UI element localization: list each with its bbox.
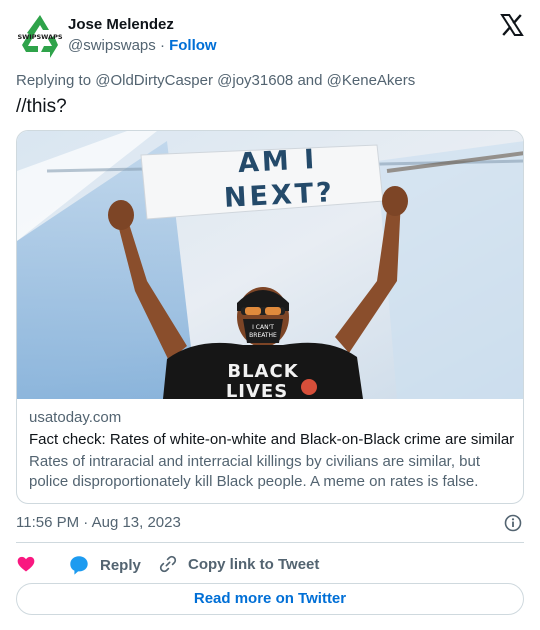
avatar[interactable]: SWIPSWAPS [16, 12, 64, 60]
recycle-avatar-icon: SWIPSWAPS [16, 12, 64, 60]
x-logo-icon[interactable] [500, 13, 524, 37]
mention-link[interactable]: @joy31608 [217, 72, 293, 89]
info-icon[interactable] [504, 514, 522, 532]
card-domain: usatoday.com [29, 409, 122, 426]
action-bar: Reply Copy link to Tweet [16, 554, 524, 576]
embedded-tweet: SWIPSWAPS Jose Melendez @swipswaps · Fol… [0, 0, 540, 630]
link-card[interactable]: I CAN'T BREATHE BLACK LIVES AM I NEXT? u… [16, 130, 524, 504]
divider [16, 542, 524, 543]
card-description: Rates of intraracial and interracial kil… [29, 453, 481, 490]
tweet-timestamp[interactable]: 11:56 PM · Aug 13, 2023 [16, 514, 181, 531]
mention-link[interactable]: @OldDirtyCasper [95, 72, 213, 89]
replying-to: Replying to @OldDirtyCasper @joy31608 an… [16, 72, 415, 89]
reply-button[interactable]: Reply [68, 554, 141, 576]
separator-dot: · [159, 37, 165, 54]
sign-text: AM I NEXT? [223, 143, 336, 214]
card-body[interactable]: usatoday.com Fact check: Rates of white-… [29, 409, 515, 492]
read-more-button[interactable]: Read more on Twitter [16, 583, 524, 615]
author-handle[interactable]: @swipswaps [68, 37, 156, 54]
svg-text:BREATHE: BREATHE [249, 332, 277, 339]
card-title: Fact check: Rates of white-on-white and … [29, 431, 515, 448]
svg-text:BLACK: BLACK [227, 361, 298, 382]
author-name[interactable]: Jose Melendez [68, 16, 174, 33]
card-image[interactable]: I CAN'T BREATHE BLACK LIVES AM I NEXT? [17, 131, 523, 399]
copy-link-label: Copy link to Tweet [188, 555, 320, 573]
author-handle-row: @swipswaps · Follow [68, 37, 217, 54]
svg-text:LIVES: LIVES [226, 381, 288, 399]
tweet-text: //this? [16, 96, 67, 117]
mask-text: I CAN'T [252, 324, 274, 331]
replying-prefix: Replying to [16, 72, 92, 89]
mention-link[interactable]: @KeneAkers [327, 72, 416, 89]
like-button[interactable] [16, 554, 36, 574]
link-icon [159, 555, 177, 573]
svg-text:SWIPSWAPS: SWIPSWAPS [17, 33, 62, 41]
heart-icon [17, 556, 35, 572]
reply-bubble-icon [70, 556, 88, 575]
reply-label: Reply [100, 556, 141, 574]
follow-button[interactable]: Follow [169, 37, 217, 54]
copy-link-button[interactable]: Copy link to Tweet [158, 554, 319, 574]
mention-joiner: and [297, 72, 323, 89]
